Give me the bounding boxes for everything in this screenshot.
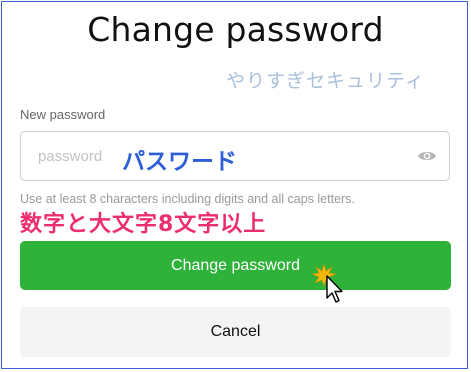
input-placeholder: password: [38, 148, 103, 165]
annotation-top: やりすぎセキュリティ: [226, 70, 425, 92]
cursor-icon: [312, 264, 343, 303]
change-password-button[interactable]: Change password: [20, 241, 451, 290]
input-annotation: パスワード: [122, 149, 237, 175]
annotation-hint: 数字と大文字8文字以上: [20, 212, 267, 237]
password-hint: Use at least 8 characters including digi…: [20, 192, 355, 206]
dialog-title: Change password: [87, 10, 384, 49]
new-password-input[interactable]: password パスワード: [20, 131, 450, 181]
eye-icon[interactable]: [417, 147, 437, 165]
new-password-label: New password: [20, 107, 106, 122]
cancel-button[interactable]: Cancel: [20, 307, 451, 357]
